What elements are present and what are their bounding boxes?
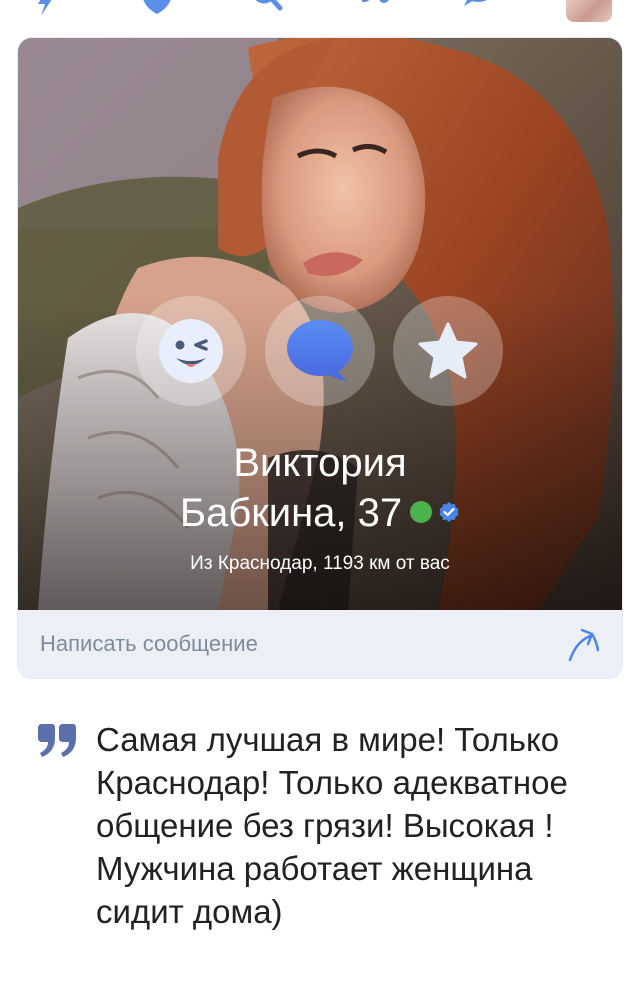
profile-name: Виктория Бабкина, 37 <box>18 438 622 538</box>
search-icon[interactable] <box>250 0 284 16</box>
profile-last-name-age: Бабкина, 37 <box>18 488 622 538</box>
star-button[interactable] <box>393 296 503 406</box>
message-bubble-button[interactable] <box>265 296 375 406</box>
write-message-bar[interactable]: Написать сообщение <box>18 610 622 678</box>
status-text: Самая лучшая в мире! Только Краснодар! Т… <box>96 721 568 930</box>
write-message-label: Написать сообщение <box>40 631 258 656</box>
share-arrow-icon[interactable] <box>566 626 604 664</box>
star-icon <box>418 322 478 379</box>
profile-card: Виктория Бабкина, 37 Из Краснодар, 1193 … <box>18 38 622 678</box>
lightning-icon[interactable] <box>28 0 62 16</box>
top-navigation <box>0 0 640 22</box>
chat-icon[interactable] <box>460 0 494 16</box>
wink-button[interactable] <box>136 296 246 406</box>
quote-icon <box>38 724 76 757</box>
verified-badge-icon <box>439 502 459 523</box>
profile-location: Из Краснодар, 1193 км от вас <box>190 553 450 574</box>
message-bubble-icon <box>287 320 353 382</box>
shield-icon[interactable] <box>140 0 174 16</box>
online-indicator-icon <box>410 501 433 524</box>
profile-last-name-age-text: Бабкина, 37 <box>179 491 403 535</box>
megaphone-icon[interactable] <box>358 0 392 16</box>
profile-avatar[interactable] <box>566 0 612 22</box>
wink-icon <box>159 319 223 383</box>
profile-first-name: Виктория <box>233 441 407 485</box>
